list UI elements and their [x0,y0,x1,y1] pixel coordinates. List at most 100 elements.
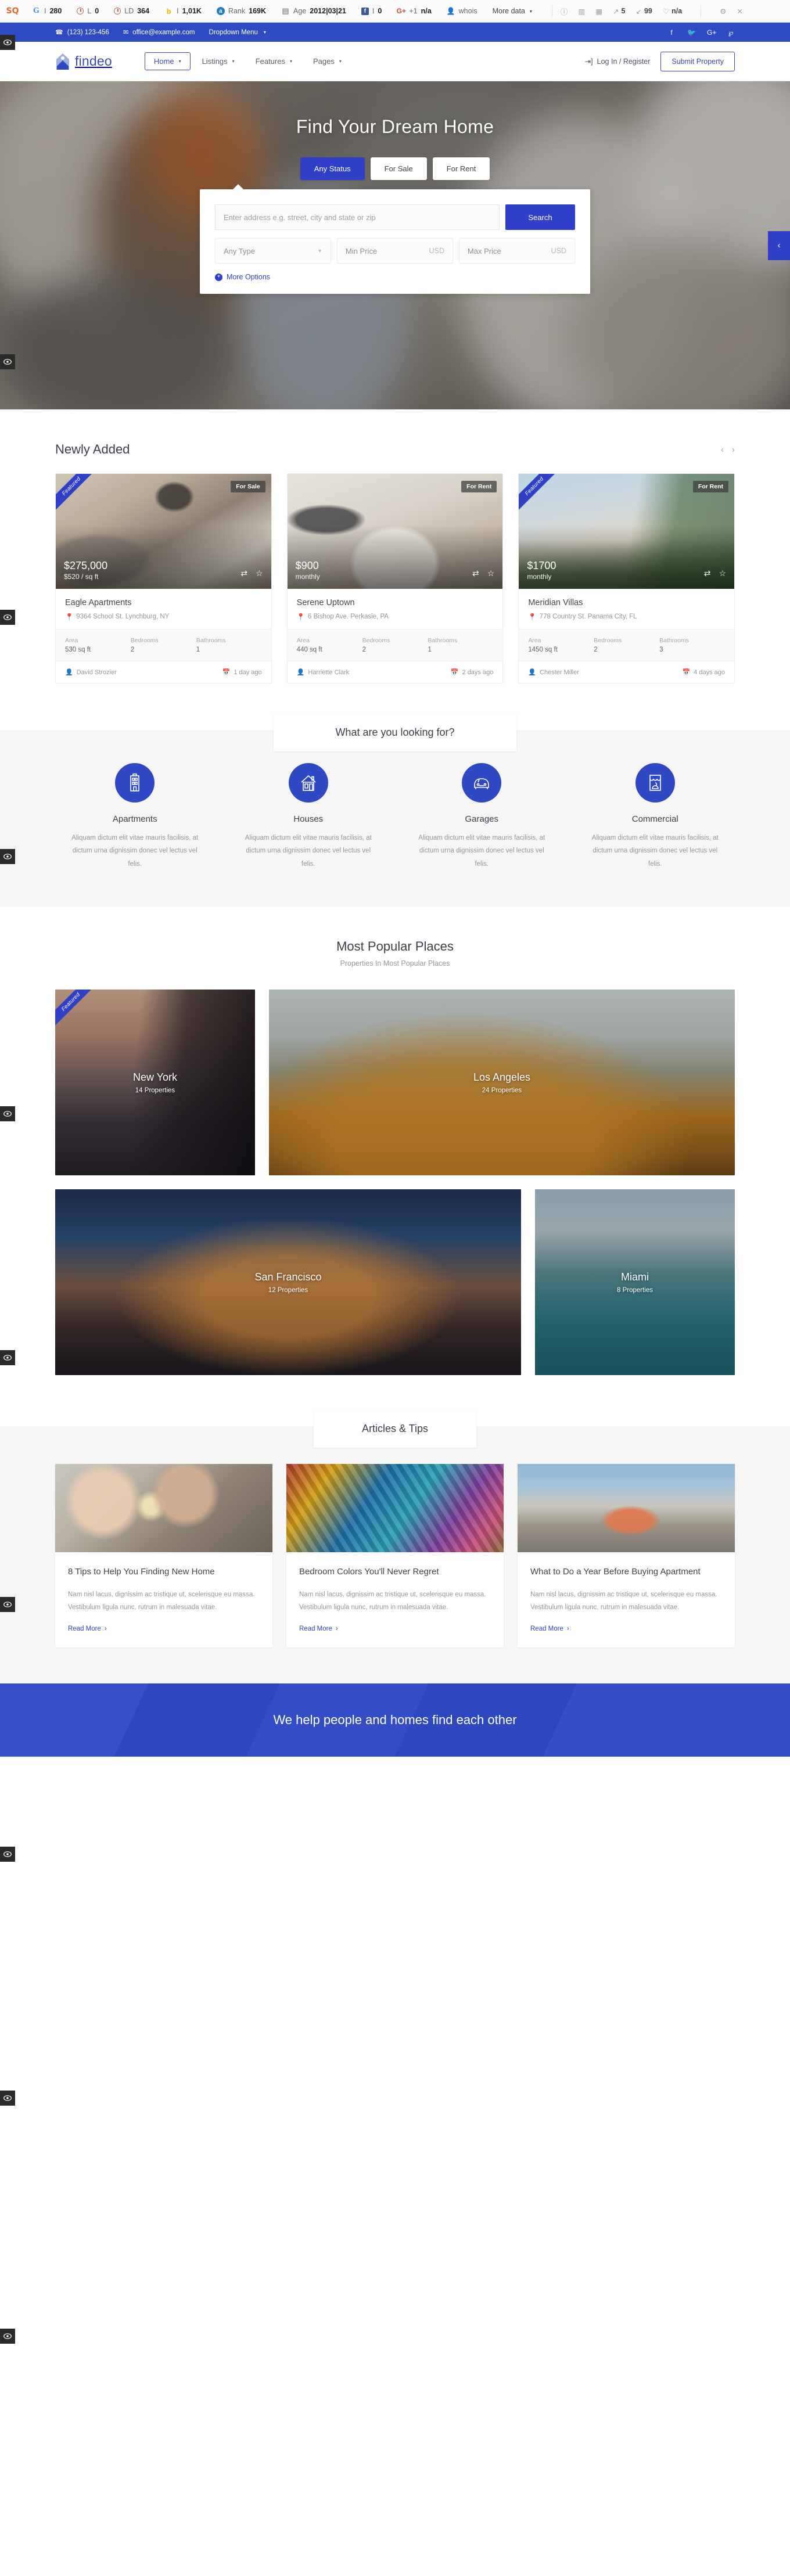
contact-email[interactable]: ✉ office@example.com [123,28,195,37]
topbar-dropdown-menu[interactable]: Dropdown Menu ▾ [209,29,266,36]
read-more-link[interactable]: Read More › [68,1625,260,1632]
search-input[interactable] [215,204,500,230]
seo-metric-links[interactable]: L 0 [77,7,99,15]
page-health-icon[interactable]: ♡ n/a [663,7,682,16]
seo-metric-label: Age [293,7,307,15]
min-price-placeholder: Min Price [346,246,378,256]
max-price-field[interactable]: Max Price USD [459,238,575,264]
min-price-currency: USD [429,247,444,255]
category-houses[interactable]: Houses Aliquam dictum elit vitae mauris … [229,763,389,870]
pinterest-icon[interactable]: ℘ [727,28,735,37]
eye-marker-icon[interactable] [0,1597,15,1612]
internal-links-icon[interactable]: ↙ 99 [636,7,652,16]
favorite-star-icon[interactable]: ☆ [487,569,495,578]
seoquake-logo-item[interactable]: SQ [6,6,19,16]
min-price-field[interactable]: Min Price USD [337,238,453,264]
place-card-miami[interactable]: Miami 8 Properties [535,1189,735,1376]
seo-metric-google-plus[interactable]: G+ +1 n/a [397,7,432,16]
seo-metric-google[interactable]: G I 280 [32,6,62,16]
nav-item-pages[interactable]: Pages ▾ [304,52,351,70]
favorite-star-icon[interactable]: ☆ [719,569,726,578]
seo-metric-label: Rank [228,7,246,15]
eye-marker-icon[interactable] [0,2329,15,2344]
eye-marker-icon[interactable] [0,1106,15,1121]
seo-whois-link[interactable]: 👤 whois [447,7,477,16]
contact-phone[interactable]: ☎ (123) 123-456 [55,28,109,37]
external-links-icon[interactable]: ↗ 5 [613,7,625,16]
close-icon[interactable]: ✕ [737,7,742,16]
more-options-toggle[interactable]: + More Options [215,273,575,281]
map-pin-icon: 📍 [65,614,74,621]
eye-marker-icon[interactable] [0,849,15,864]
seoquake-toolbar: SQ G I 280 L 0 LD 364 b I 1,01K a Rank 1… [0,0,790,23]
submit-property-button[interactable]: Submit Property [660,51,735,71]
eye-marker-icon[interactable] [0,35,15,50]
looking-for-section: What are you looking for? Apartments Ali… [0,714,790,907]
chevron-down-icon: ▾ [232,59,235,64]
read-more-link[interactable]: Read More › [530,1625,722,1632]
phone-icon: ☎ [55,29,63,36]
article-card[interactable]: What to Do a Year Before Buying Apartmen… [518,1464,735,1648]
category-commercial[interactable]: Commercial Aliquam dictum elit vitae mau… [576,763,735,870]
category-desc: Aliquam dictum elit vitae mauris facilis… [418,834,545,868]
seo-metric-age[interactable]: ▤ Age 2012|03|21 [281,6,346,16]
search-button[interactable]: Search [505,204,575,230]
status-tab-any[interactable]: Any Status [300,157,365,180]
settings-gear-icon[interactable]: ⚙ [720,7,726,16]
property-type-select[interactable]: Any Type ▼ [215,238,331,264]
compare-icon[interactable]: ⇄ [472,569,479,578]
property-card[interactable]: For Rent $900 monthly ⇄ ☆ Serene Uptown [286,473,504,683]
property-address-text: 6 Bishop Ave. Perkasie, PA [308,613,389,620]
place-card-los-angeles[interactable]: Los Angeles 24 Properties [269,990,735,1176]
nav-item-features[interactable]: Features ▾ [246,52,301,70]
article-card[interactable]: 8 Tips to Help You Finding New Home Nam … [55,1464,272,1648]
seo-metric-facebook[interactable]: f I 0 [361,7,382,15]
seo-metric-bing[interactable]: b I 1,01K [164,7,202,16]
nav-item-home[interactable]: Home ▾ [144,52,191,70]
site-logo[interactable]: findeo [55,53,112,70]
diagnosis-icon[interactable]: ▦ [595,7,602,16]
compare-icon[interactable]: ⇄ [240,569,247,578]
keyword-density-icon[interactable]: ▥ [578,7,585,16]
calendar-icon: 📅 [682,669,691,676]
info-icon[interactable]: ⓘ [561,6,568,17]
eye-marker-icon[interactable] [0,1350,15,1365]
property-card[interactable]: Featured For Rent $1700 monthly ⇄ ☆ Meri… [518,473,735,683]
carousel-next-icon[interactable]: › [732,445,735,455]
seo-metric-alexa-rank[interactable]: a Rank 169K [216,7,266,15]
property-date: 📅 1 day ago [222,668,262,677]
read-more-label: Read More [299,1625,332,1633]
eye-marker-icon[interactable] [0,2091,15,2106]
carousel-prev-icon[interactable]: ‹ [721,445,724,455]
eye-marker-icon[interactable] [0,1847,15,1862]
login-register-link[interactable]: ⇥] Log In / Register [585,57,651,66]
semrush-link-icon [77,8,84,15]
map-pin-icon: 📍 [528,614,537,621]
read-more-link[interactable]: Read More › [299,1625,491,1632]
external-links-value: 5 [621,7,626,15]
eye-marker-icon[interactable] [0,610,15,625]
category-apartments[interactable]: Apartments Aliquam dictum elit vitae mau… [55,763,215,870]
category-garages[interactable]: Garages Aliquam dictum elit vitae mauris… [402,763,562,870]
spec-bedrooms: Bedrooms 2 [362,637,428,653]
place-name: New York [132,1071,178,1083]
place-card-san-francisco[interactable]: San Francisco 12 Properties [55,1189,521,1376]
favorite-star-icon[interactable]: ☆ [256,569,263,578]
article-card[interactable]: Bedroom Colors You'll Never Regret Nam n… [286,1464,504,1648]
status-tab-for-rent[interactable]: For Rent [432,157,490,180]
hero-next-arrow-button[interactable]: ‹ [768,231,790,260]
status-tab-for-sale[interactable]: For Sale [370,157,427,180]
place-card-new-york[interactable]: Featured New York 14 Properties [55,990,255,1176]
seo-more-data-dropdown[interactable]: More data ▾ [493,7,532,15]
facebook-icon[interactable]: f [667,28,676,37]
twitter-icon[interactable]: 🐦 [687,28,696,37]
chevron-down-icon: ▾ [529,8,532,14]
status-badge: For Sale [231,481,265,492]
property-card[interactable]: Featured For Sale $275,000 $520 / sq ft … [55,473,272,683]
nav-label: Listings [202,57,228,66]
google-plus-icon[interactable]: G+ [707,28,716,37]
seo-metric-linking-domains[interactable]: LD 364 [114,7,149,15]
nav-item-listings[interactable]: Listings ▾ [193,52,244,70]
eye-marker-icon[interactable] [0,354,15,369]
compare-icon[interactable]: ⇄ [704,569,711,578]
